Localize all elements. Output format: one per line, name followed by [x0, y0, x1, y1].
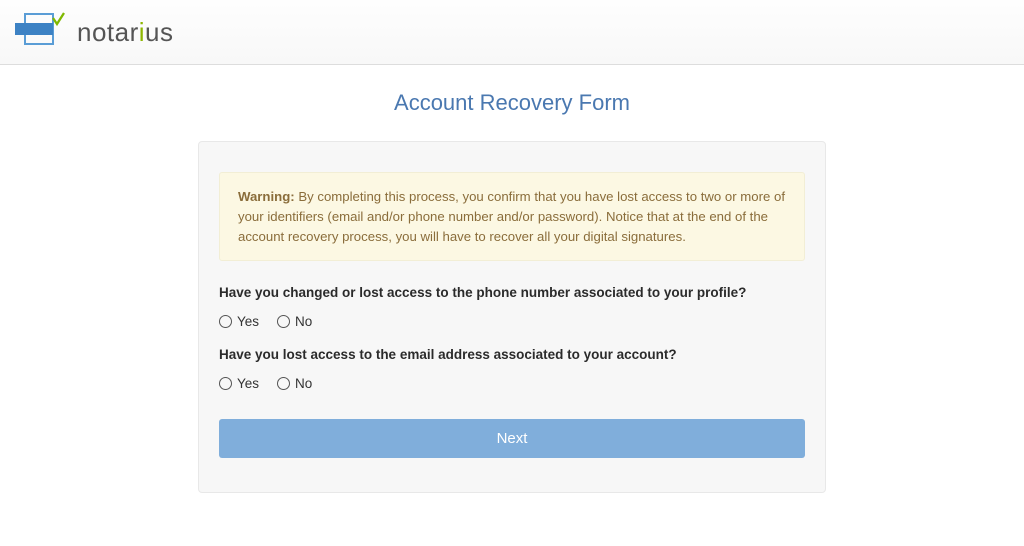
main-container: Account Recovery Form Warning: By comple…: [0, 65, 1024, 493]
form-card: Warning: By completing this process, you…: [198, 141, 826, 493]
logo-text: notarius: [77, 17, 174, 48]
radio-group-email: Yes No: [219, 376, 805, 391]
radio-label: No: [295, 376, 312, 391]
radio-phone-no[interactable]: No: [277, 314, 312, 329]
header: notarius: [0, 0, 1024, 65]
radio-circle-icon: [277, 315, 290, 328]
radio-email-no[interactable]: No: [277, 376, 312, 391]
radio-label: Yes: [237, 314, 259, 329]
radio-label: No: [295, 314, 312, 329]
logo[interactable]: notarius: [15, 10, 174, 55]
question-email: Have you lost access to the email addres…: [219, 347, 805, 362]
logo-icon: [15, 10, 65, 55]
radio-circle-icon: [277, 377, 290, 390]
radio-email-yes[interactable]: Yes: [219, 376, 259, 391]
next-button[interactable]: Next: [219, 419, 805, 458]
page-title: Account Recovery Form: [0, 90, 1024, 116]
warning-label: Warning:: [238, 189, 298, 204]
radio-circle-icon: [219, 377, 232, 390]
radio-phone-yes[interactable]: Yes: [219, 314, 259, 329]
radio-circle-icon: [219, 315, 232, 328]
warning-alert: Warning: By completing this process, you…: [219, 172, 805, 261]
radio-label: Yes: [237, 376, 259, 391]
radio-group-phone: Yes No: [219, 314, 805, 329]
warning-text: By completing this process, you confirm …: [238, 189, 785, 244]
question-phone: Have you changed or lost access to the p…: [219, 285, 805, 300]
